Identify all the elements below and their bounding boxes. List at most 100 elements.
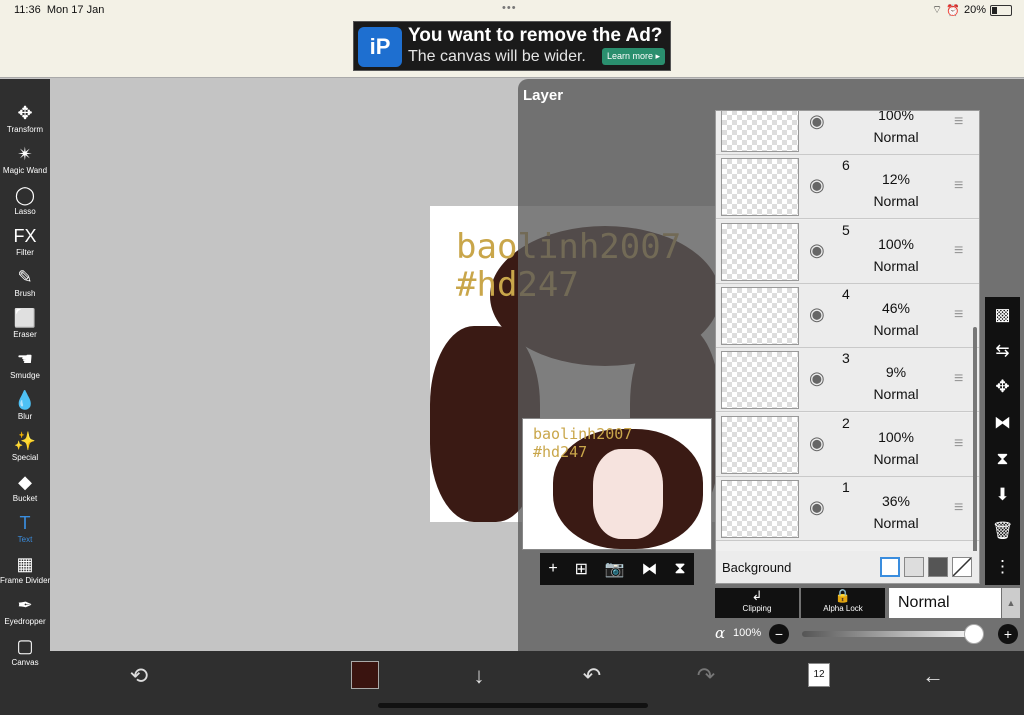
layer-list[interactable]: ◉ 1 36% Normal ≡ ◉ 2 100% Normal ≡ ◉ 3 9% Normal ≡ ◉ 4 46… — [715, 110, 980, 584]
bg-transparent-swatch[interactable] — [904, 557, 924, 577]
tool-filter[interactable]: FX Filter — [0, 224, 50, 265]
eye-icon[interactable]: ◉ — [809, 111, 825, 132]
tool-label: Bucket — [12, 494, 38, 503]
layer-scrollbar[interactable] — [973, 327, 977, 577]
eyedropper-icon: ✒ — [17, 595, 33, 615]
drag-handle-icon[interactable]: ≡ — [954, 370, 963, 388]
down-arrow-icon[interactable]: ↓ — [464, 663, 494, 691]
ad-subline: The canvas will be wider. — [408, 48, 586, 65]
drag-handle-icon[interactable]: ≡ — [954, 242, 963, 260]
flip-vertical-icon[interactable]: ⧗ — [674, 560, 685, 578]
tool-smudge[interactable]: ☚ Smudge — [0, 347, 50, 388]
multitask-dots[interactable]: ••• — [502, 2, 517, 14]
flip-vertical-icon[interactable]: ⧗ — [985, 441, 1020, 477]
bucket-icon: ◆ — [18, 472, 32, 492]
tool-eraser[interactable]: ⬜ Eraser — [0, 306, 50, 347]
eye-icon[interactable]: ◉ — [809, 240, 825, 261]
undo-icon[interactable]: ↶ — [577, 663, 607, 691]
camera-icon[interactable]: 📷 — [605, 559, 625, 579]
tool-brush[interactable]: ✎ Brush — [0, 265, 50, 306]
bg-none-swatch[interactable] — [952, 557, 972, 577]
drag-handle-icon[interactable]: ≡ — [954, 435, 963, 453]
tool-text[interactable]: T Text — [0, 511, 50, 552]
layer-row[interactable]: ◉ 1 36% Normal ≡ — [716, 476, 979, 541]
tool-transform[interactable]: ✥ Transform — [0, 101, 50, 142]
blend-mode-select[interactable]: Normal — [889, 588, 1001, 618]
layers-count-button[interactable]: 12 — [808, 663, 830, 687]
battery-icon — [990, 4, 1012, 16]
tool-label: Filter — [16, 248, 34, 257]
tool-label: Smudge — [10, 371, 40, 380]
swap-layer-icon[interactable]: ⇆ — [985, 333, 1020, 369]
eraser-icon: ⬜ — [13, 308, 37, 328]
opacity-slider[interactable] — [802, 631, 982, 637]
ad-bar: iP You want to remove the Ad? The canvas… — [0, 20, 1024, 78]
checker-icon[interactable]: ▩ — [985, 297, 1020, 333]
lock-icon: 🔒 — [834, 588, 852, 603]
tool-bucket[interactable]: ◆ Bucket — [0, 470, 50, 511]
layer-opacity: 46% — [881, 299, 911, 316]
add-image-layer-icon[interactable]: ⊞ — [575, 559, 588, 579]
status-time: 11:36 Mon 17 Jan — [14, 4, 105, 16]
preview-face — [593, 449, 663, 539]
eye-icon[interactable]: ◉ — [809, 433, 825, 454]
flip-horizontal-icon[interactable]: ⧓ — [985, 405, 1020, 441]
tool-special[interactable]: ✨ Special — [0, 429, 50, 470]
learn-more-button[interactable]: Learn more ▸ — [602, 48, 666, 65]
opacity-plus-button[interactable]: + — [998, 624, 1018, 644]
drag-handle-icon[interactable]: ≡ — [954, 306, 963, 324]
blend-mode-arrow-icon[interactable]: ▲ — [1002, 588, 1020, 618]
layer-row[interactable]: ◉ 3 9% Normal ≡ — [716, 348, 979, 413]
drag-handle-icon[interactable]: ≡ — [954, 499, 963, 517]
layer-thumbnail — [721, 111, 799, 152]
home-indicator[interactable] — [378, 703, 648, 708]
add-layer-icon[interactable]: + — [548, 560, 557, 578]
opacity-value: 100% — [733, 627, 762, 639]
alpha-lock-button[interactable]: 🔒 Alpha Lock — [801, 588, 885, 618]
merge-down-icon[interactable]: ⬇ — [985, 477, 1020, 513]
back-arrow-icon[interactable]: ← — [918, 663, 948, 691]
tool-label: Transform — [6, 125, 44, 134]
tool-blur[interactable]: 💧 Blur — [0, 388, 50, 429]
text-icon: T — [19, 513, 31, 533]
drag-handle-icon[interactable]: ≡ — [954, 177, 963, 195]
layer-blend-mode: Normal — [873, 257, 919, 274]
trash-icon[interactable]: 🗑 — [985, 513, 1020, 549]
more-icon[interactable]: ⋮ — [985, 549, 1020, 585]
eye-icon[interactable]: ◉ — [809, 368, 825, 389]
drag-handle-icon[interactable]: ≡ — [954, 113, 963, 131]
tool-label: Lasso — [14, 207, 36, 216]
tool-frame-divider[interactable]: ▦ Frame Divider — [0, 552, 50, 593]
eye-icon[interactable]: ◉ — [809, 304, 825, 325]
opacity-minus-button[interactable]: − — [769, 624, 789, 644]
tool-magic-wand[interactable]: ✴ Magic Wand — [0, 142, 50, 183]
bg-white-swatch[interactable] — [880, 557, 900, 577]
flip-horizontal-icon[interactable]: ⧓ — [642, 559, 658, 579]
layer-row[interactable]: ◉ 5 100% Normal ≡ — [716, 219, 979, 284]
tool-lasso[interactable]: ◯ Lasso — [0, 183, 50, 224]
layer-row[interactable]: ◉ 6 12% Normal ≡ — [716, 155, 979, 220]
opacity-slider-knob[interactable] — [964, 624, 984, 644]
layer-row[interactable]: ◉ 2 100% Normal ≡ — [716, 412, 979, 477]
current-color-swatch[interactable] — [351, 661, 379, 689]
tool-label: Frame Divider — [0, 576, 51, 585]
eye-icon[interactable]: ◉ — [809, 497, 825, 518]
clipping-button[interactable]: ↲ Clipping — [715, 588, 799, 618]
layer-thumbnail — [721, 222, 799, 281]
bg-dark-swatch[interactable] — [928, 557, 948, 577]
tool-canvas[interactable]: ▢ Canvas — [0, 634, 50, 675]
layer-thumbnail — [721, 286, 799, 345]
background-layer-row[interactable]: Background — [716, 551, 979, 583]
background-label: Background — [722, 560, 792, 575]
redo-icon[interactable]: ↷ — [691, 663, 721, 691]
tool-eyedropper[interactable]: ✒ Eyedropper — [0, 593, 50, 634]
layer-row[interactable]: ◉7100%Normal≡ — [716, 111, 979, 155]
eye-icon[interactable]: ◉ — [809, 175, 825, 196]
layer-number: 6 — [842, 157, 850, 174]
canvas-icon: ▢ — [16, 636, 34, 656]
move-icon[interactable]: ✥ — [985, 369, 1020, 405]
ad-banner[interactable]: iP You want to remove the Ad? The canvas… — [353, 21, 671, 71]
layer-number: 2 — [842, 414, 850, 431]
brush-quick-icon[interactable]: ⟲ — [124, 663, 154, 691]
layer-row[interactable]: ◉ 4 46% Normal ≡ — [716, 283, 979, 348]
